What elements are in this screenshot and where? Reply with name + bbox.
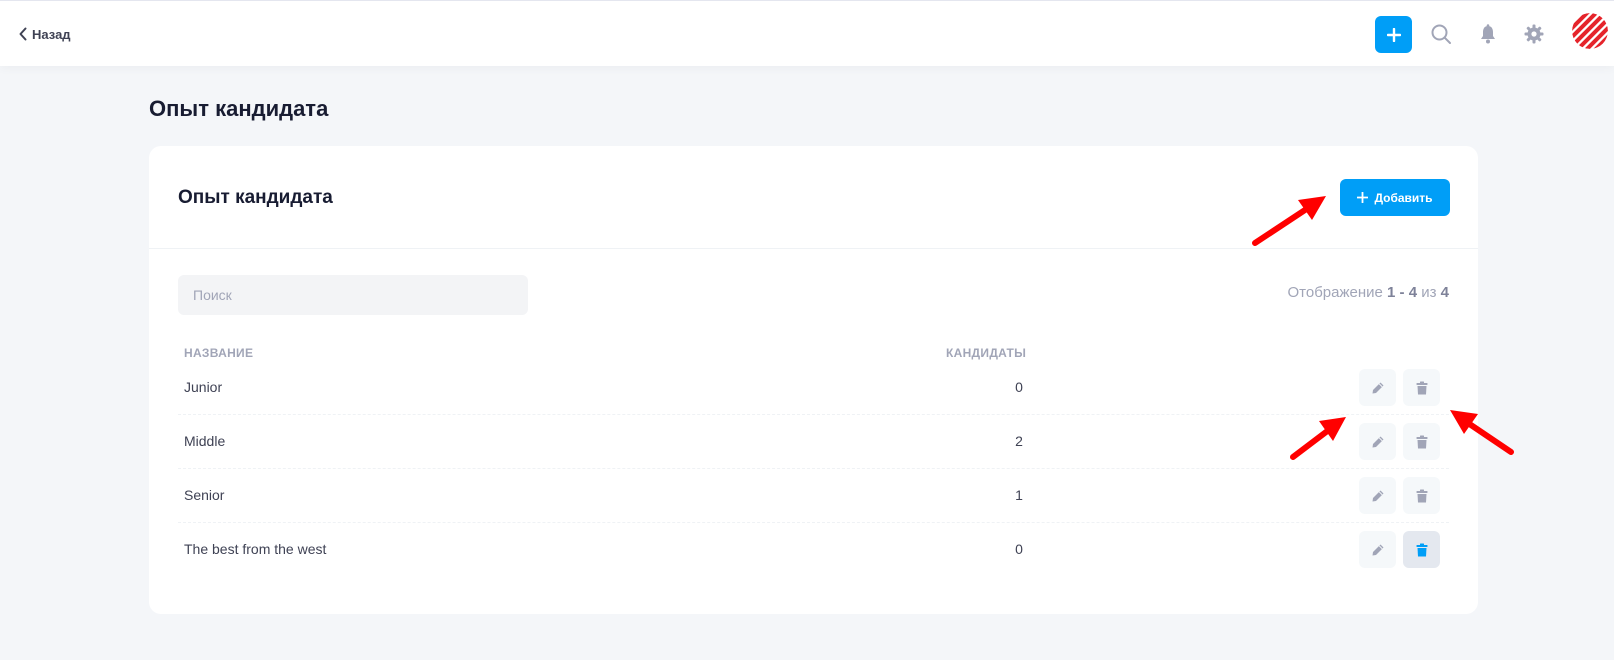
row-count: 0 xyxy=(1015,541,1023,557)
back-label: Назад xyxy=(32,26,71,42)
add-button[interactable]: Добавить xyxy=(1340,179,1450,216)
row-count: 0 xyxy=(1015,379,1023,395)
chevron-left-icon xyxy=(19,27,27,41)
delete-button[interactable] xyxy=(1403,531,1440,568)
delete-button[interactable] xyxy=(1403,369,1440,406)
trash-icon xyxy=(1416,543,1427,556)
plus-icon xyxy=(1357,192,1369,203)
settings-button[interactable] xyxy=(1521,21,1547,47)
trash-icon xyxy=(1416,489,1427,502)
trash-icon xyxy=(1416,435,1427,448)
search-input[interactable] xyxy=(178,275,528,315)
column-header-name[interactable]: НАЗВАНИЕ xyxy=(184,346,253,360)
edit-button[interactable] xyxy=(1359,477,1396,514)
edit-button[interactable] xyxy=(1359,423,1396,460)
back-link[interactable]: Назад xyxy=(18,24,71,44)
table-row: Middle 2 xyxy=(178,415,1449,469)
pencil-icon xyxy=(1372,544,1383,555)
plus-icon xyxy=(1386,27,1401,42)
trash-icon xyxy=(1416,381,1427,394)
pencil-icon xyxy=(1372,436,1383,447)
pagination-info: Отображение 1 - 4 из 4 xyxy=(1287,284,1449,301)
search-button[interactable] xyxy=(1428,21,1454,47)
card-title: Опыт кандидата xyxy=(178,187,333,208)
delete-button[interactable] xyxy=(1403,477,1440,514)
table-row: Junior 0 xyxy=(178,361,1449,415)
bell-icon xyxy=(1481,24,1495,44)
row-count: 2 xyxy=(1015,433,1023,449)
row-count: 1 xyxy=(1015,487,1023,503)
experience-card: Опыт кандидата Добавить Отображение 1 - … xyxy=(149,146,1478,614)
row-name: Junior xyxy=(184,379,223,395)
table-row: The best from the west 0 xyxy=(178,523,1449,577)
column-header-candidates[interactable]: КАНДИДАТЫ xyxy=(946,346,1026,360)
showing-of: из xyxy=(1421,284,1437,301)
showing-total: 4 xyxy=(1440,284,1449,301)
gear-icon xyxy=(1524,24,1544,44)
showing-range: 1 - 4 xyxy=(1387,284,1418,301)
edit-button[interactable] xyxy=(1359,531,1396,568)
add-button-label: Добавить xyxy=(1374,190,1433,205)
edit-button[interactable] xyxy=(1359,369,1396,406)
showing-prefix: Отображение xyxy=(1287,284,1383,301)
search-icon xyxy=(1431,24,1451,44)
delete-button[interactable] xyxy=(1403,423,1440,460)
table-row: Senior 1 xyxy=(178,469,1449,523)
user-avatar[interactable] xyxy=(1572,13,1608,49)
row-name: The best from the west xyxy=(184,541,327,557)
card-header: Опыт кандидата Добавить xyxy=(149,146,1478,249)
top-bar: Назад xyxy=(0,0,1614,66)
row-name: Middle xyxy=(184,433,226,449)
notifications-button[interactable] xyxy=(1475,21,1501,47)
quick-add-button[interactable] xyxy=(1375,16,1412,53)
page-title: Опыт кандидата xyxy=(149,96,329,121)
avatar-pattern-icon xyxy=(1572,13,1608,49)
pencil-icon xyxy=(1372,382,1383,393)
pencil-icon xyxy=(1372,490,1383,501)
row-name: Senior xyxy=(184,487,225,503)
